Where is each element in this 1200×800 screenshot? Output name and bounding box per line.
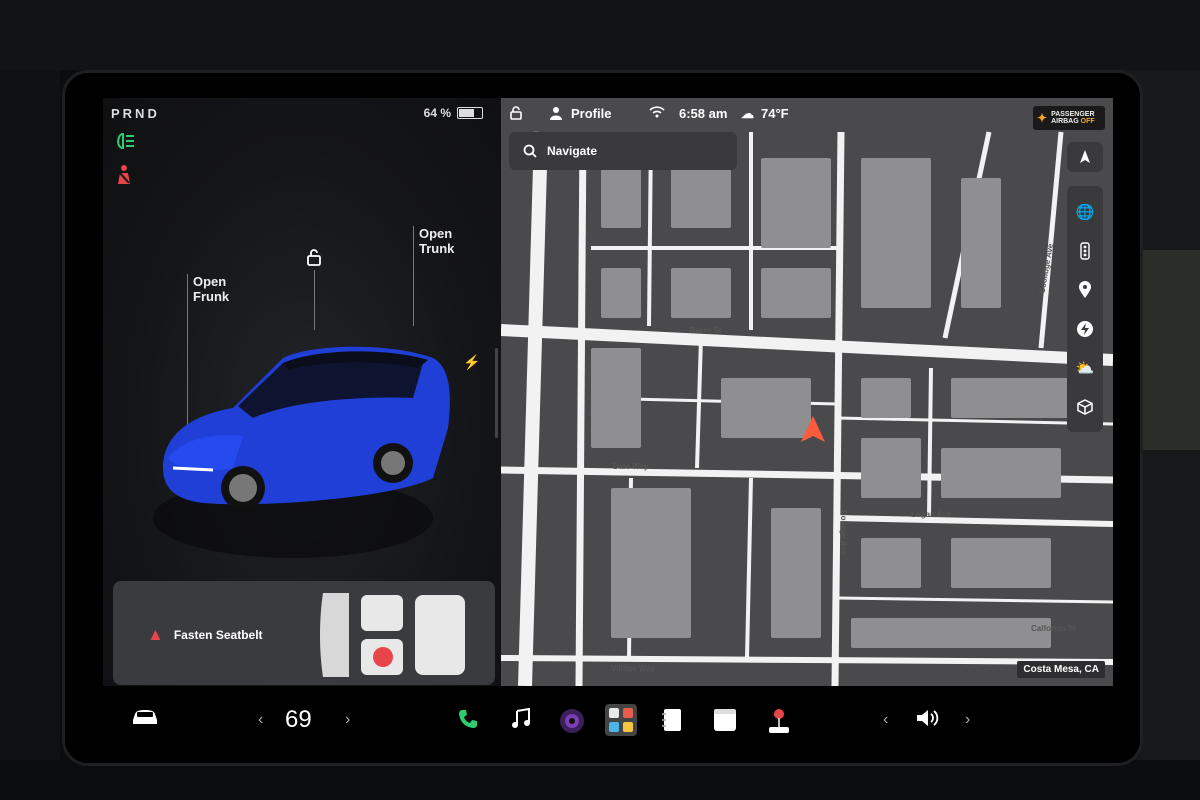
compass-heading-button[interactable] — [1067, 142, 1103, 172]
open-trunk-button[interactable]: Open Trunk — [419, 226, 454, 256]
bottom-dock: ‹ 69 › ‹ › — [65, 686, 1140, 763]
touchscreen: PRND 64 % Open Frunk Open Trunk ⚡ ▲ Fast… — [62, 70, 1143, 766]
notes-icon[interactable] — [661, 708, 683, 732]
screen-bezel-left — [0, 70, 60, 760]
warning-icon: ▲ — [147, 625, 164, 644]
navigate-placeholder: Navigate — [547, 144, 598, 158]
trunk-leader-line — [413, 226, 414, 326]
passenger-airbag-status: ✦ PASSENGER AIRBAG OFF — [1033, 106, 1105, 130]
weather-icon[interactable]: ⛅ — [1071, 354, 1099, 382]
airbag-icon: ✦ — [1037, 111, 1048, 125]
volume-down-button[interactable]: ‹ — [883, 711, 888, 729]
unlock-button[interactable] — [305, 248, 323, 271]
traffic-icon[interactable] — [1071, 237, 1099, 265]
wifi-icon — [649, 106, 665, 121]
vehicle-model[interactable] — [143, 318, 463, 568]
street-label-dale: Dale Way — [613, 462, 649, 471]
street-label-logan: Logan Ave — [911, 510, 952, 519]
map-location-label: Costa Mesa, CA — [1017, 661, 1105, 678]
volume-icon[interactable] — [915, 708, 941, 728]
open-trunk-label-1: Open — [419, 226, 453, 241]
search-icon — [523, 144, 537, 158]
profile-button[interactable]: Profile — [571, 106, 611, 121]
airbag-state: OFF — [1080, 118, 1095, 125]
camera-icon[interactable] — [559, 708, 585, 734]
charge-port-icon[interactable]: ⚡ — [463, 354, 480, 371]
cabin-temperature[interactable]: 69 — [285, 706, 312, 734]
calendar-icon[interactable] — [713, 708, 737, 732]
lock-status-icon[interactable] — [509, 106, 523, 123]
street-label-village: Village Way — [611, 664, 656, 673]
open-frunk-label-1: Open — [193, 274, 227, 289]
temp-increase-button[interactable]: › — [345, 711, 350, 729]
compass-icon — [1080, 150, 1090, 163]
airbag-label-1: PASSENGER — [1051, 111, 1095, 118]
charging-icon[interactable] — [1071, 315, 1099, 343]
headlights-icon — [113, 132, 135, 155]
gear-indicator: PRND — [111, 106, 160, 121]
open-frunk-button[interactable]: Open Frunk — [193, 274, 229, 304]
battery-status: 64 % — [424, 106, 483, 120]
navigate-search-bar[interactable]: Navigate — [509, 132, 737, 170]
seatbelt-warning-icon — [113, 164, 135, 191]
street-label-college: College Ave — [839, 509, 849, 556]
cube-icon[interactable] — [1071, 393, 1099, 421]
seat-occupancy-diagram — [320, 593, 465, 677]
open-trunk-label-2: Trunk — [419, 241, 455, 256]
volume-up-button[interactable]: › — [965, 711, 970, 729]
unlock-icon — [307, 249, 321, 266]
open-frunk-label-2: Frunk — [193, 289, 230, 304]
car-controls-button[interactable] — [131, 708, 159, 726]
street-label-calfornia: Calfornia St — [1031, 624, 1076, 633]
joystick-icon[interactable] — [767, 708, 791, 734]
music-icon[interactable] — [511, 708, 531, 730]
globe-icon[interactable]: 🌐 — [1071, 198, 1099, 226]
app-launcher-icon[interactable] — [605, 704, 637, 736]
outside-temperature: 74°F — [761, 106, 789, 121]
airbag-label-2: AIRBAG — [1051, 118, 1079, 125]
street-label-baker: Baker St — [689, 326, 722, 335]
profile-icon[interactable] — [549, 106, 563, 123]
battery-percent: 64 % — [423, 106, 451, 120]
seatbelt-status-panel: ▲ Fasten Seatbelt — [113, 581, 495, 685]
map-toolbar: 🌐 ⛅ — [1067, 186, 1103, 432]
map-roads — [501, 131, 1113, 686]
battery-icon — [457, 107, 483, 119]
car-icon — [133, 710, 157, 724]
top-status-bar: Profile 6:58 am ☁ 74°F — [501, 98, 1113, 132]
screen-bezel-top — [0, 0, 1200, 70]
temp-decrease-button[interactable]: ‹ — [258, 711, 263, 729]
seatbelt-message: Fasten Seatbelt — [173, 628, 263, 642]
panel-drag-handle[interactable] — [495, 348, 498, 438]
phone-icon[interactable] — [457, 708, 479, 730]
seatbelt-alert: ▲ Fasten Seatbelt — [147, 625, 263, 645]
weather-status-icon: ☁ — [741, 106, 754, 121]
navigation-map[interactable]: Baker St Dale Way Logan Ave College Ave … — [501, 98, 1113, 686]
pin-icon[interactable] — [1071, 276, 1099, 304]
clock: 6:58 am — [679, 106, 728, 121]
